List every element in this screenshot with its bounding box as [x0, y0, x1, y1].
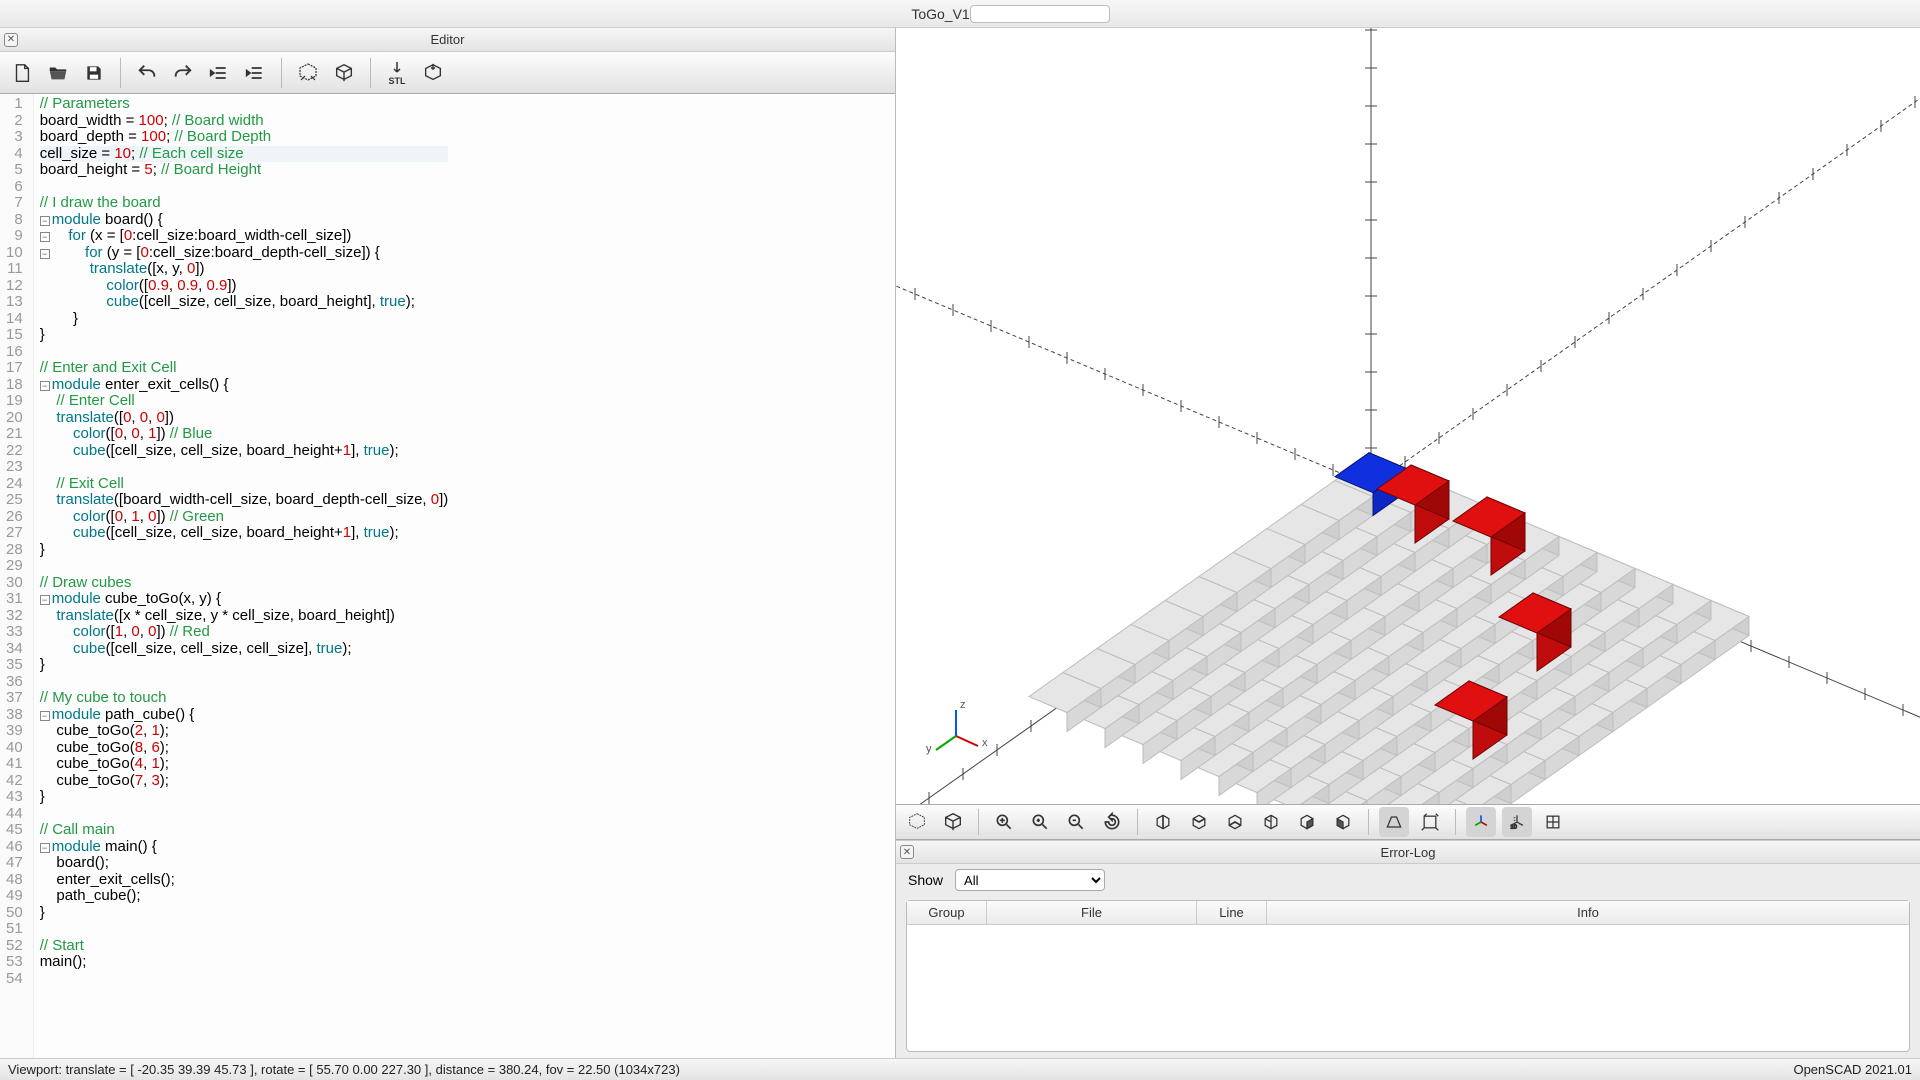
svg-text:STL: STL [389, 76, 407, 86]
zoom-fit-icon[interactable] [989, 807, 1019, 837]
errorlog-close-button[interactable]: ✕ [900, 845, 914, 859]
view-left-icon[interactable] [1256, 807, 1286, 837]
errorlog-controls: Show All [896, 864, 1920, 896]
statusbar-right: OpenSCAD 2021.01 [1793, 1062, 1912, 1077]
preview-icon[interactable] [902, 807, 932, 837]
show-axes-icon[interactable] [1466, 807, 1496, 837]
view-top-icon[interactable] [1184, 807, 1214, 837]
save-file-button[interactable] [78, 57, 110, 89]
svg-text:x: x [982, 737, 988, 749]
errorlog-title: Error-Log [1381, 845, 1436, 860]
col-group[interactable]: Group [907, 901, 987, 924]
svg-text:10: 10 [1510, 825, 1517, 831]
show-crosshair-icon[interactable] [1538, 807, 1568, 837]
show-scale-icon[interactable]: 10 [1502, 807, 1532, 837]
open-file-button[interactable] [42, 57, 74, 89]
col-line[interactable]: Line [1197, 901, 1267, 924]
redo-button[interactable] [167, 57, 199, 89]
editor-close-button[interactable]: ✕ [4, 33, 18, 47]
code-editor[interactable]: 1234567891011121314151617181920212223242… [0, 94, 895, 1058]
preview-button[interactable] [292, 57, 324, 89]
undo-button[interactable] [131, 57, 163, 89]
unindent-button[interactable] [203, 57, 235, 89]
right-panel: x y z 10 ✕ Error-Log [896, 28, 1920, 1058]
editor-header: ✕ Editor [0, 28, 895, 52]
errorlog-filter-select[interactable]: All [955, 869, 1105, 891]
indent-button[interactable] [239, 57, 271, 89]
errorlog-body [907, 925, 1909, 1051]
export-stl-button[interactable]: STL [381, 57, 413, 89]
errorlog-show-label: Show [908, 872, 943, 888]
editor-panel: ✕ Editor STL 123456789101112131415161718… [0, 28, 896, 1058]
reset-view-icon[interactable] [1097, 807, 1127, 837]
zoom-in-icon[interactable] [1025, 807, 1055, 837]
svg-text:z: z [960, 699, 966, 711]
statusbar-left: Viewport: translate = [ -20.35 39.39 45.… [8, 1062, 680, 1077]
col-info[interactable]: Info [1267, 901, 1909, 924]
view-toolbar: 10 [896, 804, 1920, 840]
view-back-icon[interactable] [1328, 807, 1358, 837]
errorlog-table: Group File Line Info [906, 900, 1910, 1052]
errorlog-header: ✕ Error-Log [896, 840, 1920, 864]
titlebar: ToGo_V1.scad* [0, 0, 1920, 28]
view-right-icon[interactable] [1148, 807, 1178, 837]
send-to-printer-button[interactable] [417, 57, 449, 89]
editor-toolbar: STL [0, 52, 895, 94]
new-file-button[interactable] [6, 57, 38, 89]
view-bottom-icon[interactable] [1220, 807, 1250, 837]
titlebar-search[interactable] [970, 5, 1110, 23]
render-button[interactable] [328, 57, 360, 89]
zoom-out-icon[interactable] [1061, 807, 1091, 837]
perspective-icon[interactable] [1379, 807, 1409, 837]
3d-viewport[interactable]: x y z [896, 28, 1920, 804]
render-icon[interactable] [938, 807, 968, 837]
col-file[interactable]: File [987, 901, 1197, 924]
statusbar: Viewport: translate = [ -20.35 39.39 45.… [0, 1058, 1920, 1080]
view-front-icon[interactable] [1292, 807, 1322, 837]
editor-title: Editor [431, 32, 465, 47]
svg-text:y: y [926, 743, 932, 755]
orthographic-icon[interactable] [1415, 807, 1445, 837]
